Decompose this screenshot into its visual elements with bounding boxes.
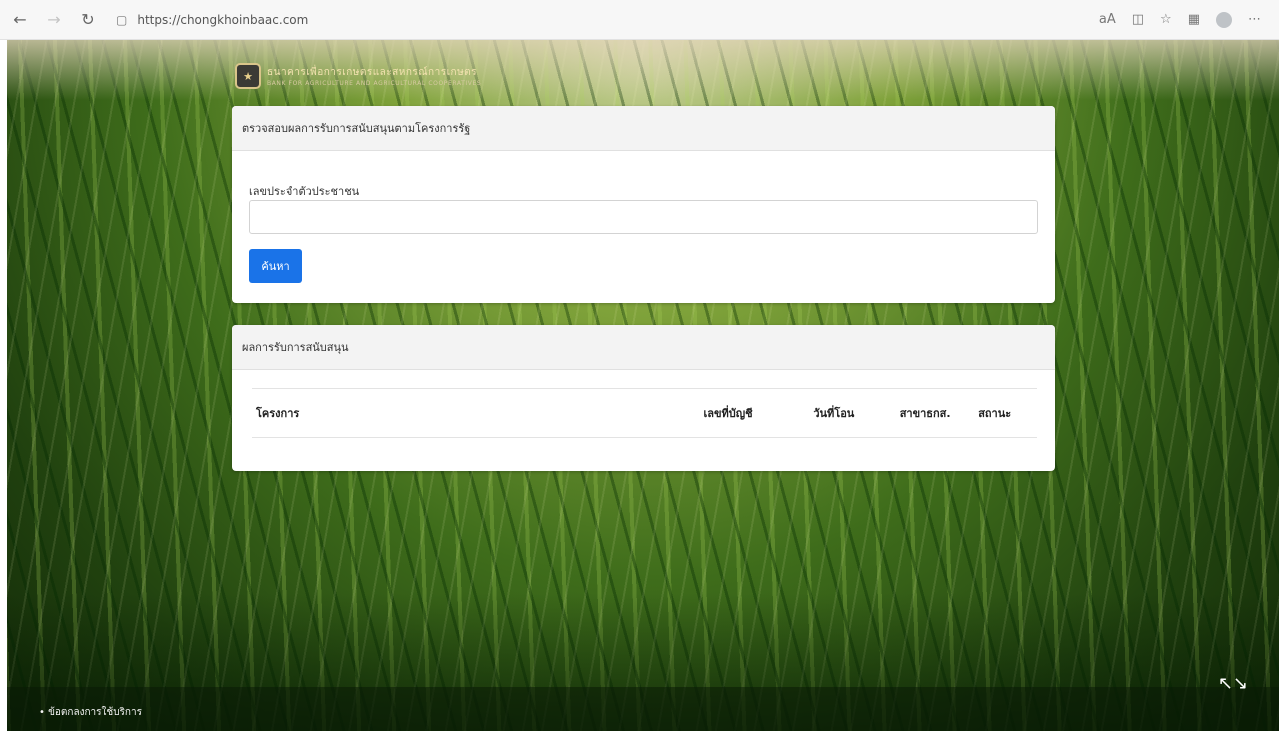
footer-bar (7, 687, 1279, 731)
refresh-icon[interactable]: ↻ (74, 6, 102, 34)
table-header-row: โครงการ เลขที่บัญชี วันที่โอน สาขาธกส. ส… (252, 388, 1037, 438)
back-icon[interactable]: ← (6, 6, 34, 34)
profile-avatar[interactable] (1216, 11, 1232, 28)
forward-icon[interactable]: → (40, 6, 68, 34)
terms-of-service-link[interactable]: • ข้อตกลงการใช้บริการ (39, 705, 142, 720)
column-header-branch: สาขาธกส. (895, 388, 975, 438)
page-background: ★ ธนาคารเพื่อการเกษตรและสหกรณ์การเกษตร B… (7, 40, 1279, 731)
address-bar[interactable]: ▢ https://chongkhoinbaac.com (116, 13, 308, 27)
id-number-label: เลขประจำตัวประชาชน (249, 185, 360, 198)
column-header-project: โครงการ (252, 388, 700, 438)
org-name-english: BANK FOR AGRICULTURE AND AGRICULTURAL CO… (267, 80, 482, 87)
search-button[interactable]: ค้นหา (249, 249, 302, 283)
fullscreen-expand-icon[interactable]: ↖↘ (1218, 669, 1248, 697)
results-table: โครงการ เลขที่บัญชี วันที่โอน สาขาธกส. ส… (252, 388, 1037, 438)
read-aloud-icon[interactable]: aA (1099, 12, 1116, 27)
org-name-thai: ธนาคารเพื่อการเกษตรและสหกรณ์การเกษตร (267, 67, 478, 78)
baac-seal-icon: ★ (235, 63, 261, 89)
browser-toolbar: ← → ↻ ▢ https://chongkhoinbaac.com aA ◫ … (0, 0, 1279, 40)
url-text: https://chongkhoinbaac.com (137, 12, 309, 27)
site-logo[interactable]: ★ ธนาคารเพื่อการเกษตรและสหกรณ์การเกษตร B… (235, 63, 481, 89)
search-card-title: ตรวจสอบผลการรับการสนับสนุนตามโครงการรัฐ (232, 106, 1055, 151)
id-number-input[interactable] (249, 200, 1038, 234)
results-card-title: ผลการรับการสนับสนุน (232, 325, 1055, 370)
results-card: ผลการรับการสนับสนุน โครงการ เลขที่บัญชี … (232, 325, 1055, 471)
search-card: ตรวจสอบผลการรับการสนับสนุนตามโครงการรัฐ … (232, 106, 1055, 303)
collections-icon[interactable]: ▦ (1188, 12, 1200, 27)
more-options-icon[interactable]: ⋯ (1248, 12, 1261, 27)
favorite-star-icon[interactable]: ☆ (1160, 12, 1172, 27)
column-header-transfer-date: วันที่โอน (809, 388, 896, 438)
tab-icon[interactable]: ◫ (1132, 12, 1144, 27)
lock-icon: ▢ (116, 12, 128, 27)
column-header-status: สถานะ (974, 388, 1037, 438)
column-header-account-number: เลขที่บัญชี (699, 388, 810, 438)
